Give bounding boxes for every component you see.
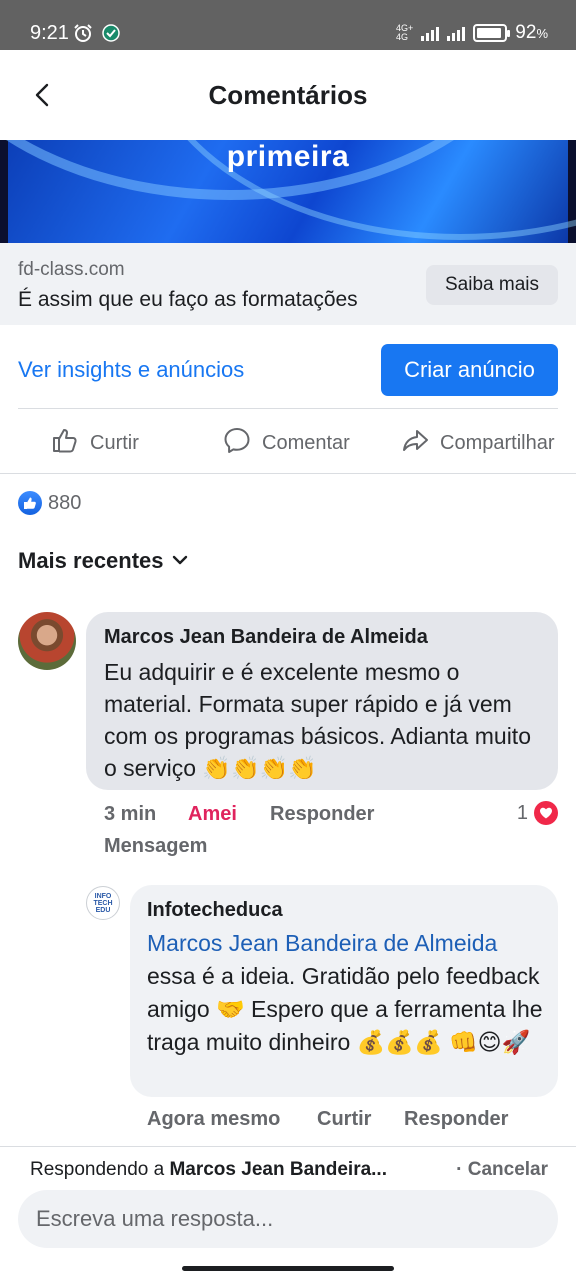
ad-image-caption: primeira	[226, 140, 350, 173]
create-ad-button[interactable]: Criar anúncio	[381, 344, 558, 396]
status-bar: 9:21 4G+ 4G 92%	[0, 0, 576, 50]
like-label: Curtir	[90, 431, 139, 454]
reply-like-button[interactable]: Curtir	[317, 1108, 371, 1131]
link-headline: É assim que eu faço as formatações	[18, 288, 358, 311]
reply-author[interactable]: Infotecheduca	[147, 899, 283, 922]
comment-text: Eu adquirir e é excelente mesmo o materi…	[104, 659, 531, 781]
share-action[interactable]: Compartilhar	[400, 425, 554, 461]
alarm-icon	[72, 22, 94, 44]
reply-composer: Respondendo a Marcos Jean Bandeira... · …	[0, 1146, 576, 1280]
battery-icon	[473, 24, 511, 42]
like-action[interactable]: Curtir	[50, 425, 139, 461]
reaction-count: 880	[48, 491, 82, 514]
home-indicator[interactable]	[182, 1266, 394, 1271]
learn-more-button[interactable]: Saiba mais	[426, 265, 558, 305]
like-reaction-icon	[18, 491, 42, 515]
love-reaction-button[interactable]: Amei	[188, 803, 237, 826]
comment-time: 3 min	[104, 803, 157, 825]
comments-header: Comentários	[0, 50, 576, 140]
thumbs-up-icon	[50, 425, 80, 461]
message-button[interactable]: Mensagem	[104, 835, 207, 858]
link-preview[interactable]: fd-class.com É assim que eu faço as form…	[0, 243, 576, 325]
reply-reply-button[interactable]: Responder	[404, 1108, 508, 1131]
comment-icon	[222, 425, 252, 461]
post-actions: Curtir Comentar Compartilhar	[0, 409, 576, 473]
reply-text: Marcos Jean Bandeira de Almeida essa é a…	[147, 927, 547, 1059]
comment-action[interactable]: Comentar	[222, 425, 350, 461]
status-icons-right: 4G+ 4G 92%	[396, 22, 548, 44]
replying-to-label: Respondendo a Marcos Jean Bandeira...	[30, 1159, 387, 1181]
reply-body: essa é a ideia. Gratidão pelo feedback a…	[147, 963, 543, 1055]
view-insights-link[interactable]: Ver insights e anúncios	[18, 357, 244, 383]
signal-icon-2	[447, 25, 466, 41]
page-avatar-logo: INFO TECH EDU	[93, 892, 113, 914]
comment-author[interactable]: Marcos Jean Bandeira de Almeida	[104, 626, 428, 649]
status-icons-left	[72, 22, 122, 44]
status-time: 9:21	[30, 22, 69, 44]
reply-button[interactable]: Responder	[270, 803, 374, 826]
divider	[0, 473, 576, 474]
sort-dropdown[interactable]: Mais recentes	[18, 548, 188, 574]
link-domain: fd-class.com	[18, 259, 125, 280]
reply-input[interactable]	[18, 1190, 558, 1248]
heart-icon	[534, 801, 558, 825]
sort-label: Mais recentes	[18, 548, 164, 573]
comment-reaction-number: 1	[516, 801, 528, 824]
share-icon	[400, 425, 430, 461]
ad-image[interactable]: primeira	[0, 140, 576, 243]
page-avatar[interactable]: INFO TECH EDU	[86, 886, 120, 920]
reactions-summary[interactable]: 880	[18, 491, 81, 515]
page-title: Comentários	[208, 80, 368, 110]
comment-label: Comentar	[262, 431, 350, 454]
comment-reaction-count[interactable]: 1	[517, 801, 558, 825]
comment-bubble[interactable]: Marcos Jean Bandeira de Almeida Eu adqui…	[86, 612, 558, 790]
share-label: Compartilhar	[440, 431, 555, 454]
mention-link[interactable]: Marcos Jean Bandeira de Almeida	[147, 930, 497, 956]
chevron-down-icon	[172, 548, 188, 574]
replying-to-name: Marcos Jean Bandeira...	[169, 1159, 387, 1180]
network-type: 4G+ 4G	[396, 23, 414, 42]
shield-check-icon	[100, 22, 122, 44]
reply-time: Agora mesmo	[147, 1108, 281, 1130]
cancel-reply-button[interactable]: · Cancelar	[456, 1159, 548, 1181]
battery-percent: 92%	[515, 22, 548, 43]
avatar[interactable]	[18, 612, 76, 670]
insights-row: Ver insights e anúncios Criar anúncio	[0, 325, 576, 409]
replying-prefix: Respondendo a	[30, 1159, 165, 1180]
signal-icon	[421, 25, 440, 41]
reply-bubble[interactable]: Infotecheduca Marcos Jean Bandeira de Al…	[130, 885, 558, 1097]
